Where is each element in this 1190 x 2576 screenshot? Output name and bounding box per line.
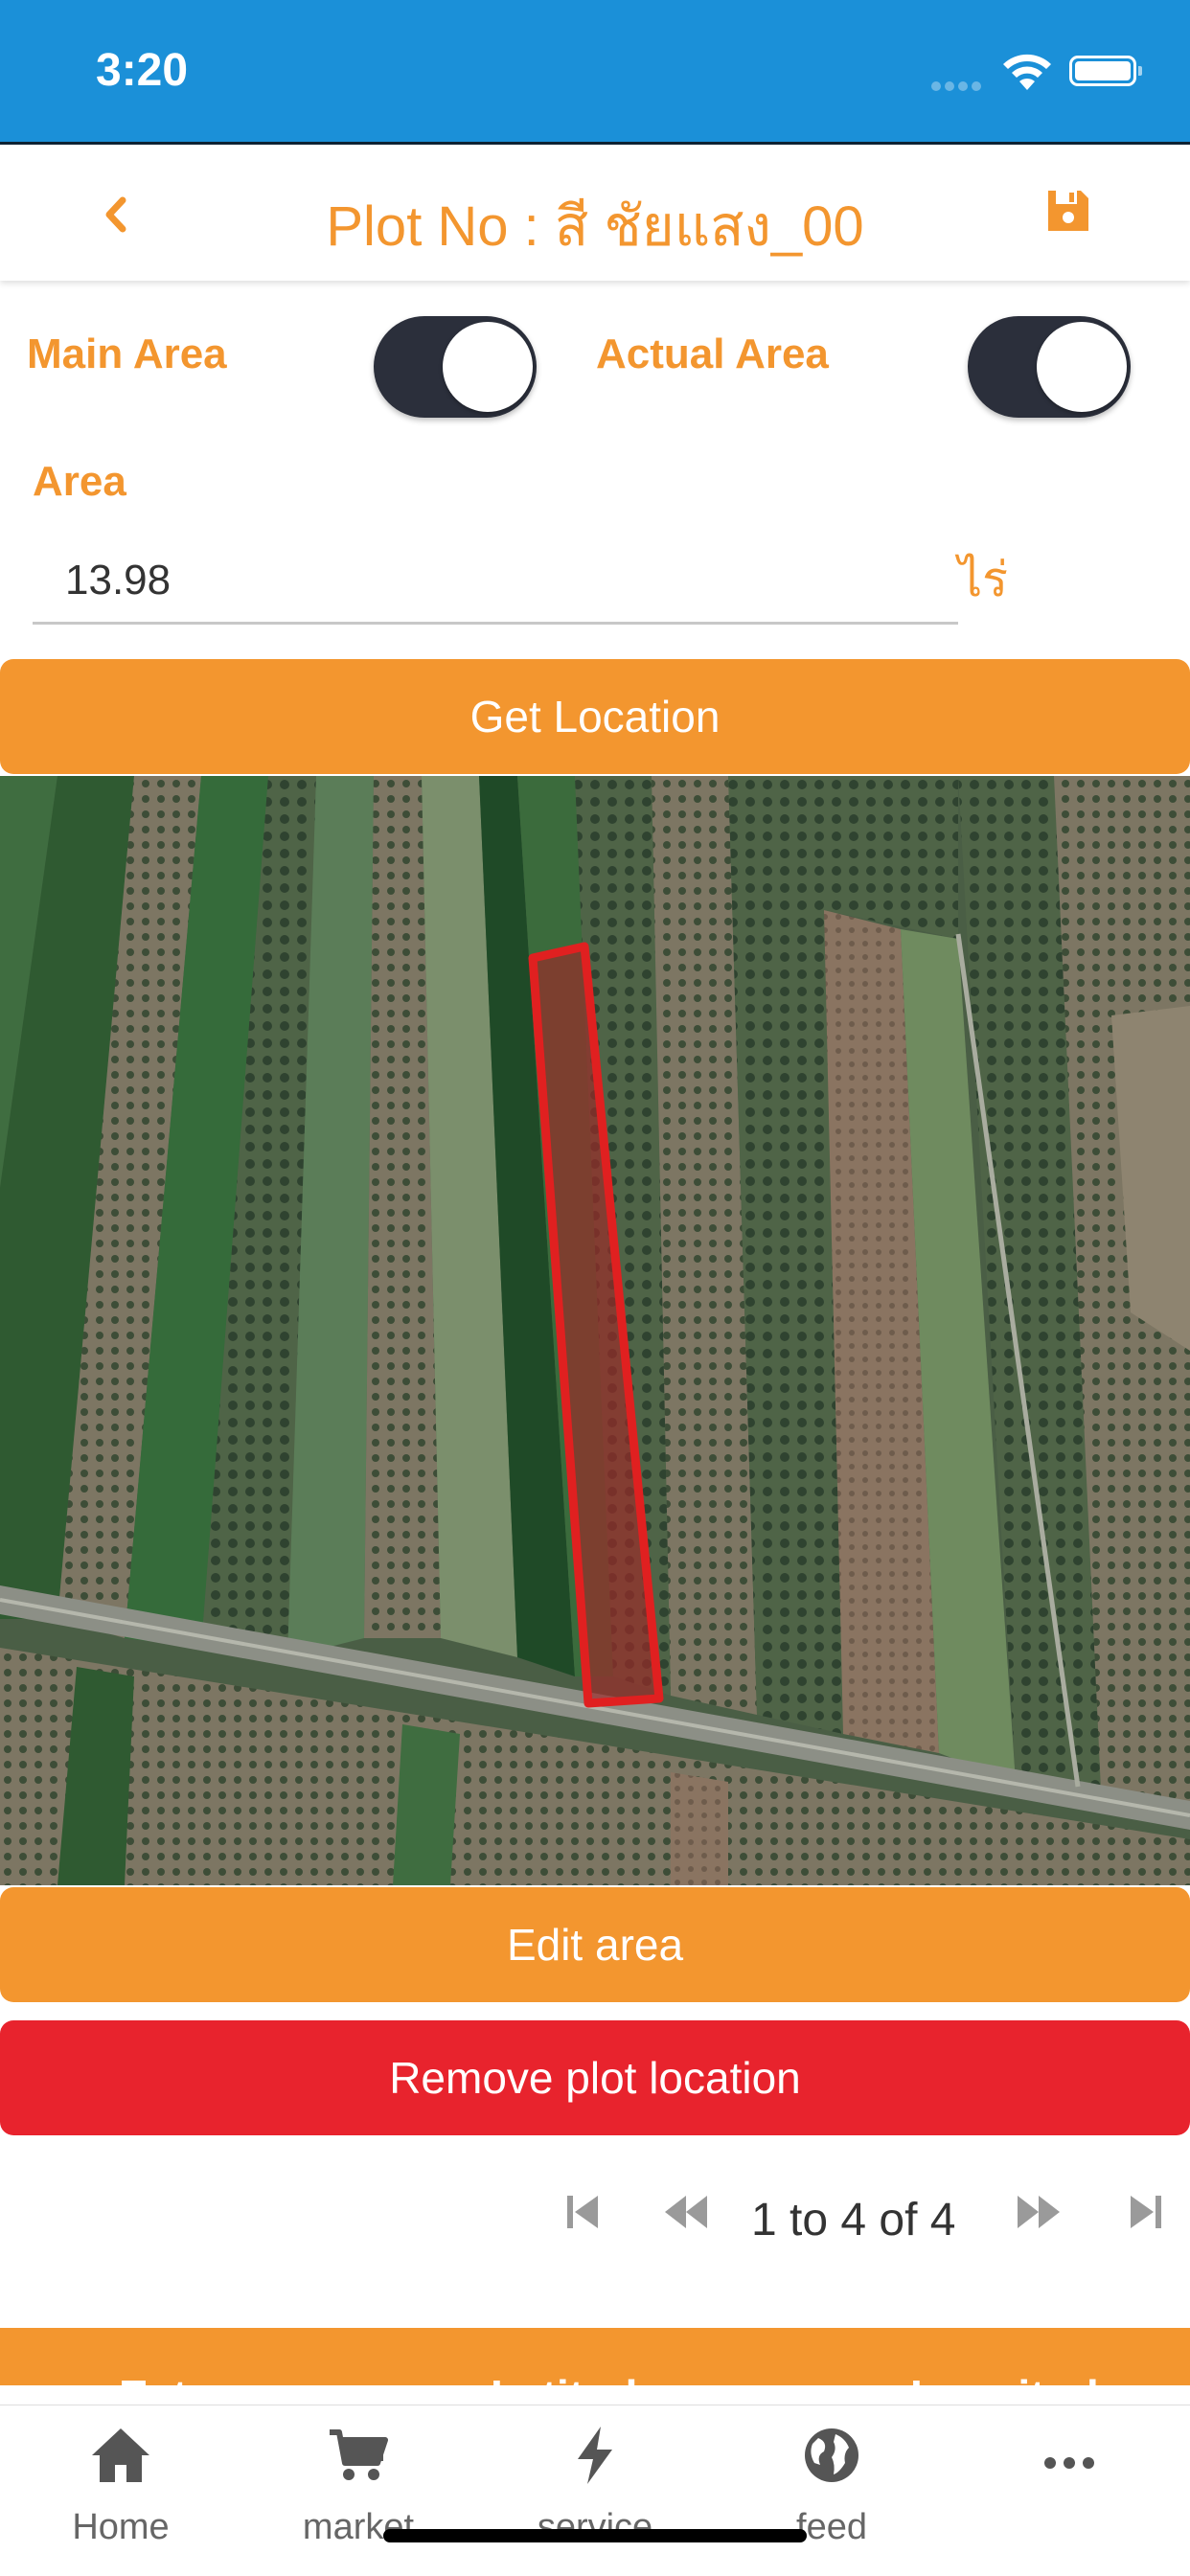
- cellular-signal-icon: [931, 79, 985, 96]
- edit-area-button[interactable]: Edit area: [0, 1887, 1190, 2002]
- more-icon: [1044, 2457, 1094, 2469]
- area-label: Area: [33, 458, 126, 505]
- tab-feed[interactable]: feed: [713, 2405, 950, 2576]
- home-indicator: [383, 2529, 807, 2542]
- next-page-icon[interactable]: [1014, 2188, 1062, 2236]
- tab-market[interactable]: market: [240, 2405, 477, 2576]
- get-location-button[interactable]: Get Location: [0, 659, 1190, 774]
- column-header-latitude: Latitude: [491, 2370, 662, 2385]
- main-area-label: Main Area: [27, 331, 227, 377]
- status-time: 3:20: [96, 45, 189, 96]
- tab-more[interactable]: [950, 2405, 1188, 2576]
- remove-plot-location-button[interactable]: Remove plot location: [0, 2020, 1190, 2135]
- last-page-icon[interactable]: [1121, 2188, 1169, 2236]
- status-bar: 3:20: [0, 0, 1190, 145]
- area-input[interactable]: [33, 538, 958, 625]
- back-button[interactable]: [92, 191, 140, 239]
- home-icon: [92, 2428, 149, 2482]
- first-page-icon[interactable]: [560, 2188, 607, 2236]
- previous-page-icon[interactable]: [663, 2188, 711, 2236]
- page-title: Plot No : สี ชัยแสง_00: [326, 195, 864, 258]
- tab-label: Home: [72, 2507, 170, 2547]
- save-icon[interactable]: [1044, 187, 1092, 235]
- pagination-summary: 1 to 4 of 4: [751, 2195, 956, 2245]
- globe-icon: [805, 2428, 858, 2482]
- area-unit: ไร่: [958, 553, 1009, 606]
- satellite-map[interactable]: [0, 776, 1190, 1885]
- battery-icon: [1069, 56, 1142, 86]
- main-area-toggle[interactable]: [374, 316, 537, 418]
- column-header-ext: Ext: [119, 2370, 188, 2385]
- navigation-header: Plot No : สี ชัยแสง_00: [0, 145, 1190, 281]
- table-header: Ext Latitude Longitude: [0, 2328, 1190, 2385]
- actual-area-toggle[interactable]: [968, 316, 1131, 418]
- tab-service[interactable]: service: [476, 2405, 714, 2576]
- cart-icon: [330, 2429, 388, 2480]
- actual-area-label: Actual Area: [596, 331, 829, 377]
- column-header-longitude: Longitude: [910, 2370, 1123, 2385]
- bottom-tab-bar: Home market service feed: [0, 2405, 1190, 2576]
- bolt-icon: [578, 2427, 612, 2484]
- tab-home[interactable]: Home: [2, 2405, 240, 2576]
- wifi-icon: [1003, 54, 1051, 90]
